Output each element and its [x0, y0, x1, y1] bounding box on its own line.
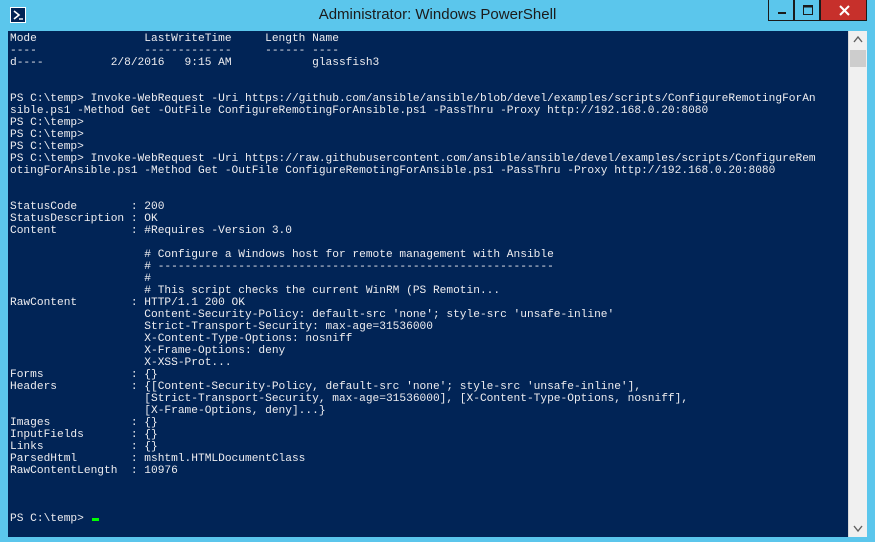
window-title: Administrator: Windows PowerShell	[318, 6, 557, 23]
console-line: X-Content-Type-Options: nosniff	[144, 333, 353, 345]
minimize-button[interactable]	[768, 0, 794, 21]
console-output[interactable]: Mode LastWriteTime Length Name ---- ----…	[8, 31, 848, 525]
minimize-icon	[778, 12, 786, 14]
console-line: PS C:\temp>	[10, 141, 84, 153]
console-line: [X-Frame-Options, deny]...}	[144, 405, 326, 417]
console-line: RawContentLength : 10976	[10, 465, 178, 477]
console-line: #	[144, 273, 151, 285]
console-line: Content : #Requires -Version 3.0	[10, 225, 292, 237]
console-line: sible.ps1 -Method Get -OutFile Configure…	[10, 105, 709, 117]
close-icon	[839, 5, 850, 16]
console-line: # Configure a Windows host for remote ma…	[144, 249, 554, 261]
console-text: Mode LastWriteTime Length Name ---- ----…	[10, 33, 816, 525]
vertical-scrollbar[interactable]	[848, 31, 867, 537]
console-line: ParsedHtml : mshtml.HTMLDocumentClass	[10, 453, 306, 465]
scroll-thumb[interactable]	[850, 50, 866, 67]
scroll-up-button[interactable]	[849, 31, 867, 48]
console-line: Content-Security-Policy: default-src 'no…	[144, 309, 615, 321]
console-line: X-XSS-Prot...	[144, 357, 232, 369]
scroll-up-arrow-icon	[853, 35, 863, 43]
console-line: StatusDescription : OK	[10, 213, 158, 225]
maximize-button[interactable]	[794, 0, 820, 21]
console-line: Headers : {[Content-Security-Policy, def…	[10, 381, 642, 393]
scroll-down-arrow-icon	[853, 525, 863, 533]
console-line: Images : {}	[10, 417, 158, 429]
console-line: Forms : {}	[10, 369, 158, 381]
console-line: RawContent : HTTP/1.1 200 OK	[10, 297, 245, 309]
scroll-down-button[interactable]	[849, 520, 867, 537]
console-line: PS C:\temp>	[10, 513, 91, 525]
console-line: d---- 2/8/2016 9:15 AM glassfish3	[10, 57, 380, 69]
console-line: InputFields : {}	[10, 429, 158, 441]
console-line: PS C:\temp>	[10, 129, 84, 141]
console-line: PS C:\temp> Invoke-WebRequest -Uri https…	[10, 153, 816, 165]
text-cursor	[91, 518, 99, 521]
close-button[interactable]	[820, 0, 867, 21]
powershell-window: Administrator: Windows PowerShell Mode L…	[0, 0, 875, 537]
title-bar[interactable]: Administrator: Windows PowerShell	[0, 0, 875, 31]
console-line: # --------------------------------------…	[144, 261, 554, 273]
console-line: Strict-Transport-Security: max-age=31536…	[144, 321, 433, 333]
console-line: Links : {}	[10, 441, 158, 453]
console-line: PS C:\temp> Invoke-WebRequest -Uri https…	[10, 93, 816, 105]
console-line: Mode LastWriteTime Length Name	[10, 33, 339, 45]
console-line: StatusCode : 200	[10, 201, 165, 213]
console-line: [Strict-Transport-Security, max-age=3153…	[144, 393, 689, 405]
console-line: X-Frame-Options: deny	[144, 345, 286, 357]
console-line: PS C:\temp>	[10, 117, 84, 129]
console-line: ---- ------------- ------ ----	[10, 45, 339, 57]
console-line: # This script checks the current WinRM (…	[144, 285, 501, 297]
maximize-icon	[803, 5, 813, 15]
window-frame-right	[867, 31, 875, 537]
console-area[interactable]: Mode LastWriteTime Length Name ---- ----…	[8, 31, 848, 537]
console-line: otingForAnsible.ps1 -Method Get -OutFile…	[10, 165, 776, 177]
